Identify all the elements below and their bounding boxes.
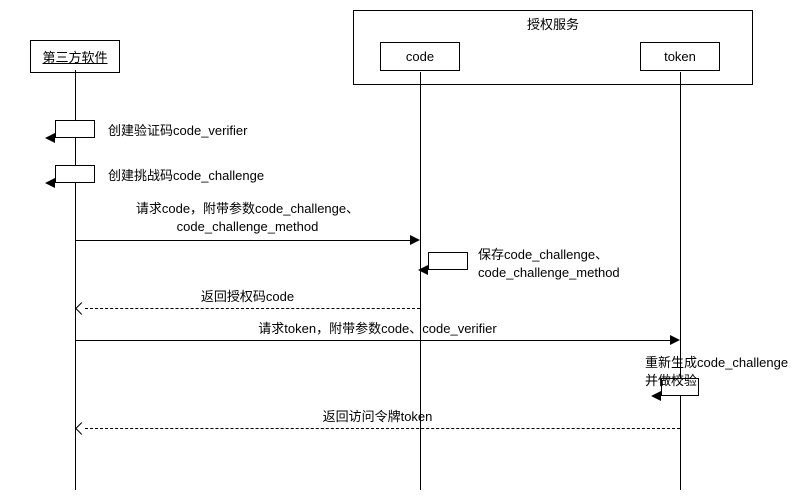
participant-client-label: 第三方软件	[42, 50, 107, 65]
msg-create-verifier: 创建验证码code_verifier	[108, 122, 247, 140]
arrow-icon	[418, 265, 428, 275]
msg-return-token: 返回访问令牌token	[75, 408, 680, 426]
msg-regen-challenge: 重新生成code_challenge 并做校验	[645, 354, 805, 389]
arrow-icon	[670, 335, 680, 345]
participant-token: token	[640, 42, 720, 71]
arrow-icon	[45, 133, 55, 143]
msg-return-code: 返回授权码code	[75, 288, 420, 306]
msg-request-code: 请求code，附带参数code_challenge、 code_challeng…	[75, 200, 420, 235]
msg-store-challenge: 保存code_challenge、 code_challenge_method	[478, 246, 620, 281]
lifeline-token	[680, 72, 681, 490]
exec-client-m1	[55, 120, 95, 138]
arrow-icon	[45, 178, 55, 188]
arrow-request-token	[75, 340, 670, 341]
participant-code-label: code	[406, 49, 434, 64]
container-auth-service-label: 授权服务	[353, 16, 753, 34]
exec-client-m2	[55, 165, 95, 183]
arrow-icon	[410, 235, 420, 245]
exec-code-m4	[428, 252, 468, 270]
arrow-return-token	[85, 428, 680, 429]
participant-token-label: token	[664, 49, 696, 64]
arrow-icon	[651, 391, 661, 401]
arrow-request-code	[75, 240, 410, 241]
participant-client: 第三方软件	[30, 40, 120, 73]
sequence-diagram: { "participants": { "client": "第三方软件", "…	[0, 0, 805, 500]
msg-create-challenge: 创建挑战码code_challenge	[108, 167, 264, 185]
arrow-return-code	[85, 308, 420, 309]
participant-code: code	[380, 42, 460, 71]
msg-request-token: 请求token，附带参数code、code_verifier	[75, 320, 680, 338]
